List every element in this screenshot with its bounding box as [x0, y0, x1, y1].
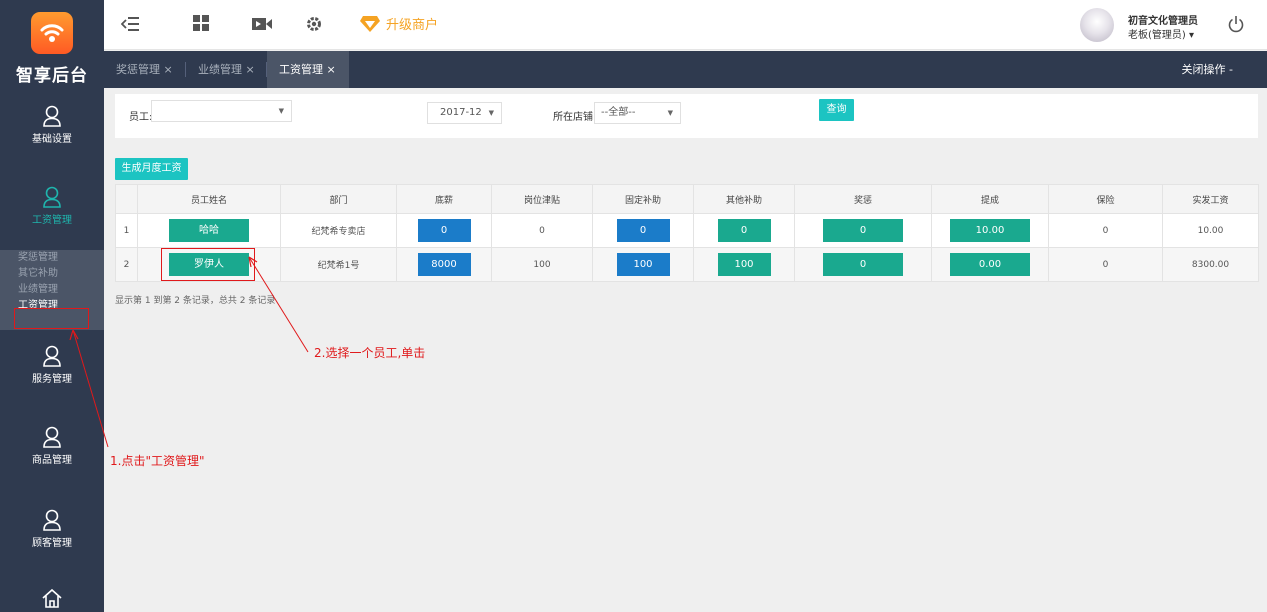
annotation-step1-text: 1.点击"工资管理": [110, 454, 205, 468]
employee-name-button[interactable]: 哈哈: [169, 219, 249, 242]
sidebar-item-label: 基础设置: [32, 134, 72, 145]
table-row: 1 哈哈 纪梵希专卖店 0 0 0 0 0 10.00 0 10.00: [115, 213, 1259, 248]
submenu-item-performance[interactable]: 业绩管理: [0, 282, 104, 298]
sidebar-item-customers[interactable]: 顾客管理: [0, 509, 104, 549]
net-salary-cell: 8300.00: [1162, 247, 1259, 282]
chevron-down-icon: ▼: [667, 109, 673, 117]
table-header-row: 员工姓名 部门 底薪 岗位津贴 固定补助 其他补助 奖惩 提成 保险 实发工资: [115, 184, 1259, 214]
tab-performance[interactable]: 业绩管理 ×: [186, 51, 267, 88]
sidebar-item-label: 商品管理: [32, 455, 72, 466]
sidebar: 智享后台 基础设置 工资管理 奖惩管理 其它补助 业绩管理 工资管理 服务管理 …: [0, 0, 104, 612]
col-header-fixed[interactable]: 固定补助: [592, 184, 694, 214]
month-select-value: 2017-12: [440, 107, 482, 118]
net-salary-cell: 10.00: [1162, 213, 1259, 248]
submenu-item-rewards[interactable]: 奖惩管理: [0, 250, 104, 266]
employee-label: 员工:: [129, 112, 153, 123]
allowance-cell: 0: [491, 213, 593, 248]
commission-button[interactable]: 0.00: [950, 253, 1030, 276]
gear-icon[interactable]: [305, 15, 323, 33]
sidebar-item-label: 顾客管理: [32, 538, 72, 549]
user-icon: [43, 509, 61, 531]
base-salary-button[interactable]: 8000: [417, 253, 471, 276]
base-salary-button[interactable]: 0: [417, 219, 471, 242]
main-content: 员工: ▼ 2017-12 ▼ 所在店铺: --全部-- ▼ 查询 生成月度工资…: [104, 88, 1267, 612]
tab-bar: 奖惩管理 × 业绩管理 × 工资管理 × 关闭操作 -: [104, 51, 1267, 88]
video-camera-icon[interactable]: [251, 15, 273, 33]
col-header-bonus[interactable]: 奖惩: [794, 184, 932, 214]
chevron-down-icon: ▼: [488, 109, 494, 117]
dept-cell: 纪梵希1号: [280, 247, 397, 282]
user-icon: [43, 186, 61, 208]
col-header-index: [115, 184, 138, 214]
user-icon: [43, 105, 61, 127]
insurance-cell: 0: [1048, 247, 1163, 282]
power-icon[interactable]: [1227, 15, 1245, 33]
sidebar-item-services[interactable]: 服务管理: [0, 345, 104, 385]
home-icon: [42, 588, 62, 608]
chevron-down-icon: ▼: [278, 107, 284, 115]
store-select[interactable]: --全部-- ▼: [594, 102, 681, 124]
col-header-dept[interactable]: 部门: [280, 184, 397, 214]
annotation-highlight-employee: [161, 248, 255, 281]
store-select-value: --全部--: [601, 107, 636, 118]
row-index: 2: [115, 247, 138, 282]
query-button[interactable]: 查询: [819, 99, 854, 121]
store-label: 所在店铺:: [553, 112, 597, 123]
bonus-button[interactable]: 0: [823, 253, 903, 276]
sidebar-item-salary[interactable]: 工资管理: [0, 186, 104, 226]
filter-bar: 员工: ▼ 2017-12 ▼ 所在店铺: --全部-- ▼ 查询: [115, 94, 1258, 138]
row-index: 1: [115, 213, 138, 248]
menu-collapse-icon[interactable]: [121, 14, 141, 34]
annotation-step2-text: 2.选择一个员工,单击: [314, 346, 426, 360]
tab-salary[interactable]: 工资管理 ×: [267, 51, 349, 88]
other-subsidy-button[interactable]: 0: [717, 219, 771, 242]
upgrade-label: 升级商户: [386, 18, 439, 33]
user-icon: [43, 345, 61, 367]
sidebar-item-basic-settings[interactable]: 基础设置: [0, 105, 104, 145]
col-header-allowance[interactable]: 岗位津贴: [491, 184, 593, 214]
top-bar: 升级商户 初音文化管理员 老板(管理员) ▾: [104, 0, 1267, 50]
col-header-name[interactable]: 员工姓名: [137, 184, 281, 214]
wifi-logo-icon: [40, 24, 64, 42]
tab-rewards[interactable]: 奖惩管理 ×: [104, 51, 185, 88]
submenu-item-other-subsidy[interactable]: 其它补助: [0, 266, 104, 282]
fixed-subsidy-button[interactable]: 0: [616, 219, 670, 242]
sidebar-item-home[interactable]: [0, 587, 104, 609]
col-header-other[interactable]: 其他补助: [693, 184, 795, 214]
user-role-dropdown[interactable]: 老板(管理员) ▾: [1128, 26, 1194, 41]
dept-cell: 纪梵希专卖店: [280, 213, 397, 248]
pagination-summary: 显示第 1 到第 2 条记录，总共 2 条记录: [115, 296, 276, 306]
insurance-cell: 0: [1048, 213, 1163, 248]
employee-select[interactable]: ▼: [151, 100, 292, 122]
user-icon: [43, 426, 61, 448]
logo-text: 智享后台: [16, 66, 88, 86]
diamond-icon: [360, 15, 380, 32]
table-row: 2 罗伊人 纪梵希1号 8000 100 100 100 0 0.00 0 83…: [115, 247, 1259, 282]
col-header-insurance[interactable]: 保险: [1048, 184, 1163, 214]
sidebar-item-label: 服务管理: [32, 374, 72, 385]
fixed-subsidy-button[interactable]: 100: [616, 253, 670, 276]
bonus-button[interactable]: 0: [823, 219, 903, 242]
upgrade-merchant-link[interactable]: 升级商户: [360, 14, 438, 33]
user-name: 初音文化管理员: [1128, 16, 1198, 27]
grid-apps-icon[interactable]: [192, 14, 210, 32]
close-operations-button[interactable]: 关闭操作 -: [1182, 51, 1233, 88]
col-header-net[interactable]: 实发工资: [1162, 184, 1259, 214]
month-select[interactable]: 2017-12 ▼: [427, 102, 502, 124]
commission-button[interactable]: 10.00: [950, 219, 1030, 242]
logo: [31, 12, 73, 54]
col-header-base[interactable]: 底薪: [396, 184, 492, 214]
other-subsidy-button[interactable]: 100: [717, 253, 771, 276]
avatar[interactable]: [1080, 8, 1114, 42]
sidebar-item-label: 工资管理: [32, 215, 72, 226]
allowance-cell: 100: [491, 247, 593, 282]
sidebar-item-products[interactable]: 商品管理: [0, 426, 104, 466]
salary-table: 员工姓名 部门 底薪 岗位津贴 固定补助 其他补助 奖惩 提成 保险 实发工资 …: [115, 184, 1259, 282]
annotation-highlight-salary-menu: [14, 308, 89, 329]
col-header-commission[interactable]: 提成: [931, 184, 1049, 214]
generate-monthly-salary-button[interactable]: 生成月度工资: [115, 158, 188, 180]
